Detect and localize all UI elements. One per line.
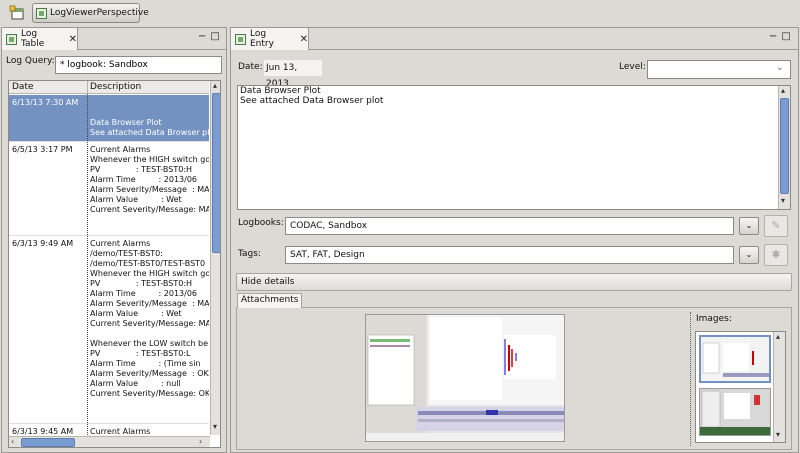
attachments-tabbar: Attachments <box>236 293 792 308</box>
log-table-tabbar: Log Table ✕ −□ <box>2 28 226 50</box>
tags-dropdown-button[interactable]: ⌄ <box>739 246 759 264</box>
log-entry-text-area[interactable]: Data Browser Plot See attached Data Brow… <box>237 85 791 210</box>
table-vertical-scrollbar[interactable]: ▴ ▾ <box>210 81 220 435</box>
chevron-down-icon: ⌄ <box>745 250 753 259</box>
scroll-down-icon[interactable]: ▾ <box>776 430 780 439</box>
date-value[interactable]: Jun 13, 2013 <box>264 60 322 89</box>
open-perspective-icon <box>9 5 24 20</box>
table-row[interactable]: 6/5/13 3:17 PM Current Alarms Whenever t… <box>9 141 209 235</box>
tags-field[interactable]: SAT, FAT, Design <box>285 246 734 264</box>
tab-log-entry-label: Log Entry <box>250 29 274 49</box>
log-entry-icon <box>235 33 246 45</box>
table-row[interactable]: 6/3/13 9:49 AM Current Alarms /demo/TEST… <box>9 235 209 423</box>
log-table[interactable]: Date Description 6/13/13 7:30 AM Data Br… <box>8 80 221 448</box>
images-label: Images: <box>696 314 732 324</box>
row-date: 6/5/13 3:17 PM <box>12 145 73 154</box>
open-perspective-button[interactable] <box>8 4 26 22</box>
minimize-icon[interactable]: − <box>198 31 210 42</box>
scroll-up-icon[interactable]: ▴ <box>781 86 785 96</box>
attachment-preview-image[interactable] <box>365 314 565 442</box>
level-select[interactable] <box>647 60 791 79</box>
logbooks-label: Logbooks: <box>238 218 284 228</box>
table-horizontal-scroll-thumb[interactable] <box>21 438 75 447</box>
maximize-icon[interactable]: □ <box>781 31 794 42</box>
text-line: See attached Data Browser plot <box>240 96 384 106</box>
maximize-icon[interactable]: □ <box>210 31 223 42</box>
chevron-down-icon: ⌄ <box>745 221 753 230</box>
tab-log-table[interactable]: Log Table ✕ <box>2 28 78 50</box>
text-line: Data Browser Plot <box>240 86 321 96</box>
table-row[interactable]: 6/3/13 9:45 AM Current Alarms <box>9 423 209 437</box>
row-description: Data Browser Plot See attached Data Brow… <box>90 118 209 137</box>
log-table-icon <box>6 33 17 45</box>
minimize-icon[interactable]: − <box>769 31 781 42</box>
tags-edit-button[interactable]: ✱ <box>764 244 788 266</box>
scroll-down-icon[interactable]: ▾ <box>213 422 217 431</box>
table-horizontal-scrollbar[interactable]: ‹ › <box>9 436 210 447</box>
text-area-scroll-thumb[interactable] <box>780 98 789 194</box>
scroll-right-icon[interactable]: › <box>199 437 202 446</box>
chevron-down-icon[interactable]: ⌄ <box>776 63 784 73</box>
table-vertical-scroll-thumb[interactable] <box>212 93 220 253</box>
table-header: Date Description <box>9 81 209 94</box>
tab-attachments[interactable]: Attachments <box>237 293 303 308</box>
tags-label: Tags: <box>238 249 261 259</box>
level-label: Level: <box>619 62 646 72</box>
log-query-label: Log Query: <box>6 56 55 66</box>
data-browser-plot-thumbnail <box>366 315 564 441</box>
row-date: 6/13/13 7:30 AM <box>12 98 79 107</box>
tab-log-table-label: Log Table <box>21 29 45 49</box>
tab-log-entry[interactable]: Log Entry ✕ <box>231 28 309 50</box>
logbook-edit-icon: ✎ <box>771 219 781 232</box>
minimize-maximize-controls: −□ <box>198 31 224 42</box>
log-entry-tabbar: Log Entry ✕ −□ <box>231 28 798 50</box>
logbooks-dropdown-button[interactable]: ⌄ <box>739 217 759 235</box>
hide-details-button[interactable]: Hide details <box>236 273 792 291</box>
row-description: Current Alarms Whenever the HIGH switch … <box>90 145 209 214</box>
scroll-down-icon[interactable]: ▾ <box>781 196 785 206</box>
table-row[interactable]: 6/13/13 7:30 AM Data Browser Plot See at… <box>9 95 209 141</box>
perspective-icon <box>36 7 47 19</box>
minimize-maximize-controls: −□ <box>769 31 795 42</box>
images-divider <box>690 312 691 446</box>
scroll-left-icon[interactable]: ‹ <box>11 437 14 446</box>
row-date: 6/3/13 9:49 AM <box>12 239 74 248</box>
tag-edit-icon: ✱ <box>771 248 781 261</box>
images-scrollbar[interactable]: ▴ ▾ <box>773 332 785 442</box>
images-list[interactable]: ▴ ▾ <box>695 331 786 443</box>
close-icon[interactable]: ✕ <box>300 34 308 45</box>
logbooks-edit-button[interactable]: ✎ <box>764 215 788 237</box>
close-icon[interactable]: ✕ <box>69 34 77 45</box>
perspective-label: LogViewerPerspective <box>50 8 149 18</box>
scroll-up-icon[interactable]: ▴ <box>776 332 780 341</box>
text-area-scrollbar[interactable]: ▴ ▾ <box>778 86 790 209</box>
date-label: Date: <box>238 62 263 72</box>
perspective-button[interactable]: LogViewerPerspective <box>32 3 149 23</box>
column-divider <box>87 94 88 447</box>
column-header-date[interactable]: Date <box>12 82 34 92</box>
image-thumbnail[interactable] <box>699 335 771 383</box>
logbooks-field[interactable]: CODAC, Sandbox <box>285 217 734 235</box>
scroll-up-icon[interactable]: ▴ <box>213 81 217 90</box>
image-thumbnail[interactable] <box>699 388 771 436</box>
log-query-input[interactable] <box>55 56 222 74</box>
screenshot-thumbnail-image <box>700 389 770 435</box>
data-browser-thumbnail-image <box>701 337 769 381</box>
row-description: Current Alarms /demo/TEST-BST0: /demo/TE… <box>90 239 209 398</box>
column-header-description[interactable]: Description <box>90 82 141 92</box>
